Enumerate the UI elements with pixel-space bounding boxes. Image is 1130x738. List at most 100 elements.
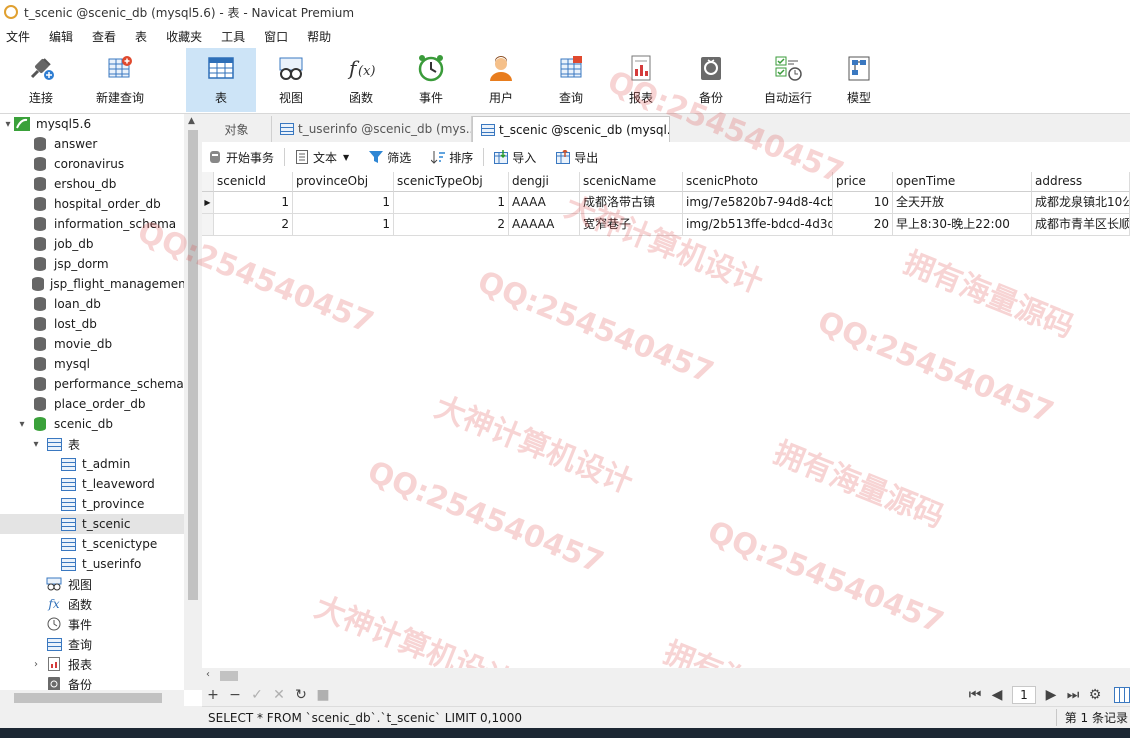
table-cell[interactable]: 早上8:30-晚上22:00 <box>893 214 1032 236</box>
tree-db-scenic[interactable]: ▾ scenic_db <box>0 414 184 434</box>
table-cell[interactable]: 全天开放 <box>893 192 1032 214</box>
tree-db-performance-schema[interactable]: performance_schema <box>0 374 184 394</box>
tree-table-t-province[interactable]: t_province <box>0 494 184 514</box>
scrollbar-thumb[interactable] <box>188 130 198 600</box>
menu-table[interactable]: 表 <box>129 28 160 45</box>
view-button[interactable]: 视图 <box>256 48 326 112</box>
table-cell[interactable]: 1 <box>293 192 394 214</box>
scrollbar-thumb[interactable] <box>14 693 162 703</box>
table-cell[interactable]: 宽窄巷子 <box>580 214 683 236</box>
backup-button[interactable]: 备份 <box>676 48 746 112</box>
table-cell[interactable]: 成都市青羊区长顺 <box>1032 214 1130 236</box>
chevron-down-icon[interactable]: ▼ <box>343 153 349 162</box>
report-button[interactable]: 报表 <box>606 48 676 112</box>
tab-objects[interactable]: 对象 <box>202 116 272 142</box>
table-row[interactable]: ▶ 1 1 1 AAAA 成都洛带古镇 img/7e5820b7-94d8-4c… <box>202 192 1130 214</box>
table-cell[interactable]: AAAA <box>509 192 580 214</box>
connect-button[interactable]: 连接 <box>0 48 82 112</box>
tree-reports-group[interactable]: › 报表 <box>0 654 184 674</box>
row-header[interactable] <box>202 214 214 236</box>
table-row[interactable]: 2 1 2 AAAAA 宽窄巷子 img/2b513ffe-bdcd-4d3d … <box>202 214 1130 236</box>
event-button[interactable]: 事件 <box>396 48 466 112</box>
begin-transaction-button[interactable]: 开始事务 <box>208 149 274 166</box>
tree-db-place-order[interactable]: place_order_db <box>0 394 184 414</box>
menu-window[interactable]: 窗口 <box>258 28 301 45</box>
table-cell[interactable]: 20 <box>833 214 893 236</box>
menu-tools[interactable]: 工具 <box>215 28 258 45</box>
tree-table-t-scenic[interactable]: t_scenic <box>0 514 184 534</box>
settings-button[interactable]: ⚙ <box>1084 687 1106 703</box>
current-row-indicator-icon[interactable]: ▶ <box>202 192 214 214</box>
tree-db-information-schema[interactable]: information_schema <box>0 214 184 234</box>
tree-table-t-admin[interactable]: t_admin <box>0 454 184 474</box>
menu-view[interactable]: 查看 <box>86 28 129 45</box>
export-button[interactable]: 导出 <box>556 149 598 166</box>
table-cell[interactable]: img/2b513ffe-bdcd-4d3d <box>683 214 833 236</box>
scrollbar-thumb[interactable] <box>220 671 238 681</box>
tree-table-t-userinfo[interactable]: t_userinfo <box>0 554 184 574</box>
sidebar-horizontal-scrollbar[interactable] <box>0 690 184 706</box>
table-cell[interactable]: 2 <box>394 214 509 236</box>
table-cell[interactable]: AAAAA <box>509 214 580 236</box>
last-page-button[interactable]: ⏭ <box>1062 687 1084 703</box>
filter-button[interactable]: 筛选 <box>369 149 411 166</box>
import-button[interactable]: 导入 <box>494 149 536 166</box>
table-cell[interactable]: 10 <box>833 192 893 214</box>
prev-page-button[interactable]: ◀ <box>986 687 1008 703</box>
tab-t-userinfo[interactable]: t_userinfo @scenic_db (mys... <box>272 116 472 142</box>
model-button[interactable]: 模型 <box>830 48 888 112</box>
apply-changes-button[interactable]: ✓ <box>246 687 268 703</box>
column-header[interactable]: openTime <box>893 172 1032 192</box>
table-cell[interactable]: 1 <box>394 192 509 214</box>
autorun-button[interactable]: 自动运行 <box>746 48 830 112</box>
tree-db-ershou[interactable]: ershou_db <box>0 174 184 194</box>
tree-db-jsp-dorm[interactable]: jsp_dorm <box>0 254 184 274</box>
column-header[interactable]: scenicPhoto <box>683 172 833 192</box>
table-cell[interactable]: 1 <box>293 214 394 236</box>
discard-changes-button[interactable]: ✕ <box>268 687 290 703</box>
table-cell[interactable]: img/7e5820b7-94d8-4cb9 <box>683 192 833 214</box>
page-number-input[interactable]: 1 <box>1012 686 1036 704</box>
tree-table-t-scenictype[interactable]: t_scenictype <box>0 534 184 554</box>
delete-record-button[interactable]: − <box>224 687 246 703</box>
tree-db-job[interactable]: job_db <box>0 234 184 254</box>
column-header[interactable]: provinceObj <box>293 172 394 192</box>
menu-favorites[interactable]: 收藏夹 <box>160 28 215 45</box>
first-page-button[interactable]: ⏮ <box>964 687 986 703</box>
table-cell[interactable]: 1 <box>214 192 293 214</box>
add-record-button[interactable]: + <box>202 687 224 703</box>
menu-help[interactable]: 帮助 <box>301 28 344 45</box>
tree-db-movie[interactable]: movie_db <box>0 334 184 354</box>
menu-edit[interactable]: 编辑 <box>43 28 86 45</box>
tree-db-answer[interactable]: answer <box>0 134 184 154</box>
tree-table-t-leaveword[interactable]: t_leaveword <box>0 474 184 494</box>
tree-views-group[interactable]: 视图 <box>0 574 184 594</box>
user-button[interactable]: 用户 <box>466 48 536 112</box>
sort-button[interactable]: 排序 <box>431 149 473 166</box>
new-query-button[interactable]: 新建查询 <box>82 48 158 112</box>
tab-t-scenic[interactable]: t_scenic @scenic_db (mysql... <box>472 116 670 142</box>
sidebar-vertical-scrollbar[interactable]: ▲ <box>184 114 202 690</box>
column-header[interactable]: address <box>1032 172 1130 192</box>
table-cell[interactable]: 成都龙泉镇北10公 <box>1032 192 1130 214</box>
collapse-arrow-icon[interactable]: ▾ <box>2 119 14 130</box>
column-header[interactable]: dengji <box>509 172 580 192</box>
tree-db-jsp-flight[interactable]: jsp_flight_management <box>0 274 184 294</box>
tree-connection[interactable]: ▾ mysql5.6 <box>0 114 184 134</box>
grid-horizontal-scrollbar[interactable]: ‹ <box>202 668 1130 684</box>
tree-queries-group[interactable]: 查询 <box>0 634 184 654</box>
tree-backups-group[interactable]: 备份 <box>0 674 184 690</box>
tree-db-loan[interactable]: loan_db <box>0 294 184 314</box>
tree-db-coronavirus[interactable]: coronavirus <box>0 154 184 174</box>
column-header[interactable]: scenicName <box>580 172 683 192</box>
next-page-button[interactable]: ▶ <box>1040 687 1062 703</box>
scroll-left-icon[interactable]: ‹ <box>206 669 210 680</box>
tree-tables-group[interactable]: ▾ 表 <box>0 434 184 454</box>
tree-db-mysql[interactable]: mysql <box>0 354 184 374</box>
tree-db-lost[interactable]: lost_db <box>0 314 184 334</box>
function-button[interactable]: f (x) 函数 <box>326 48 396 112</box>
query-button[interactable]: 查询 <box>536 48 606 112</box>
menu-file[interactable]: 文件 <box>0 28 43 45</box>
grid-view-icon[interactable] <box>1114 687 1130 703</box>
stop-button[interactable]: ■ <box>312 687 334 703</box>
